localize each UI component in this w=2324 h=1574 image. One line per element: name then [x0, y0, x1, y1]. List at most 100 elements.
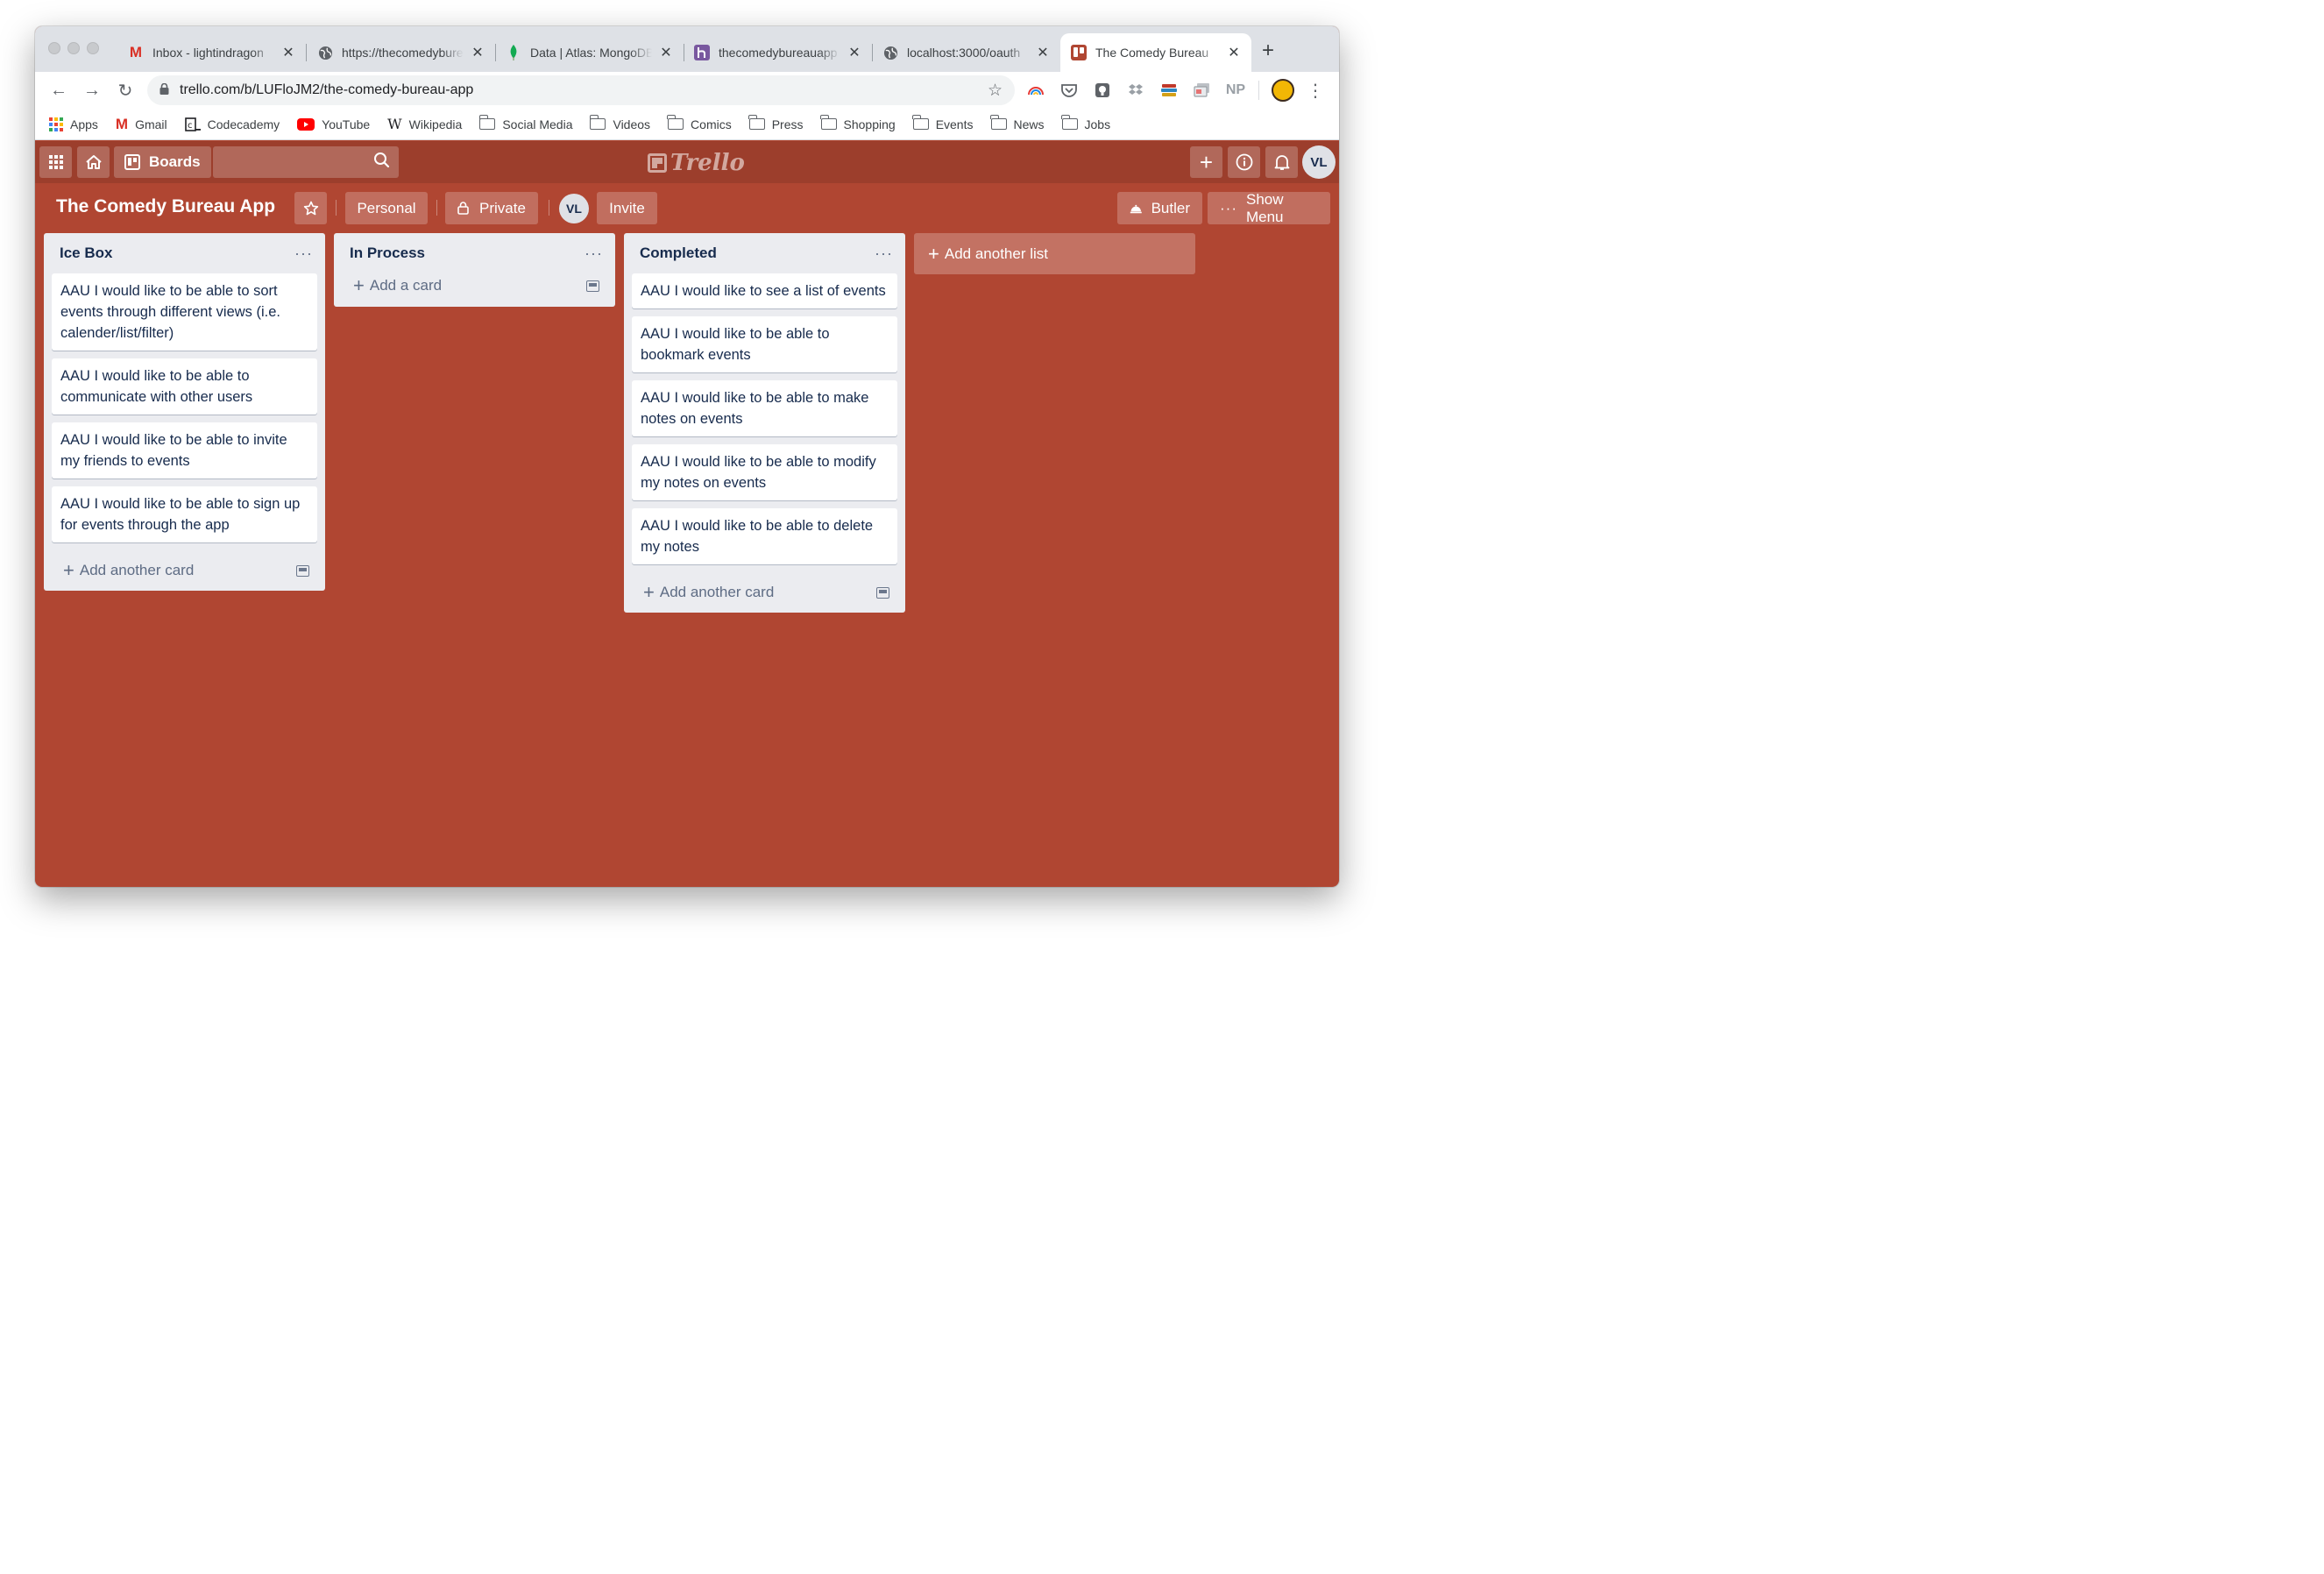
close-tab-icon[interactable]: ✕ — [847, 44, 861, 61]
bookmark-star-icon[interactable]: ☆ — [988, 81, 1003, 101]
list-title[interactable]: Ice Box — [60, 245, 112, 262]
team-visibility-button[interactable]: Personal — [345, 192, 428, 224]
gmail-icon: M — [129, 44, 143, 60]
bookmark-folder-social-media[interactable]: Social Media — [478, 115, 572, 131]
close-window-button[interactable] — [48, 42, 60, 54]
dropbox-icon[interactable] — [1125, 80, 1146, 101]
address-bar[interactable]: trello.com/b/LUFloJM2/the-comedy-bureau-… — [147, 75, 1015, 105]
list-menu-icon[interactable]: ··· — [585, 245, 603, 263]
folder-icon — [748, 115, 765, 130]
add-card-button[interactable]: + Add another card — [63, 561, 194, 580]
trello-logo[interactable]: Trello — [648, 150, 745, 176]
browser-tab-mongodb[interactable]: Data | Atlas: MongoDB ✕ — [495, 33, 684, 72]
list-footer: + Add another card — [624, 572, 905, 613]
url-text: trello.com/b/LUFloJM2/the-comedy-bureau-… — [180, 82, 474, 97]
more-vert-icon[interactable]: ⋮ — [1307, 80, 1324, 102]
card[interactable]: AAU I would like to be able to communica… — [52, 358, 317, 415]
card[interactable]: AAU I would like to be able to bookmark … — [632, 316, 897, 372]
bookmark-folder-comics[interactable]: Comics — [667, 115, 732, 131]
card[interactable]: AAU I would like to be able to modify my… — [632, 444, 897, 500]
list-title[interactable]: In Process — [350, 245, 425, 262]
add-list-button[interactable]: + Add another list — [914, 233, 1195, 274]
rainbow-extension-icon[interactable] — [1025, 80, 1046, 101]
books-extension-icon[interactable] — [1158, 80, 1180, 101]
plus-icon: + — [928, 242, 939, 265]
card-template-icon[interactable] — [296, 564, 309, 577]
notifications-button[interactable] — [1265, 146, 1298, 178]
browser-toolbar: ← → ↻ trello.com/b/LUFloJM2/the-comedy-b… — [35, 72, 1339, 109]
bookmark-folder-shopping[interactable]: Shopping — [819, 115, 896, 131]
np-extension-icon[interactable]: NP — [1225, 80, 1246, 101]
cast-icon[interactable] — [1192, 80, 1213, 101]
list-footer: + Add a card — [334, 268, 615, 303]
maximize-window-button[interactable] — [87, 42, 99, 54]
board-title[interactable]: The Comedy Bureau App — [56, 196, 275, 217]
bookmark-apps[interactable]: Apps — [49, 117, 98, 131]
bookmark-folder-news[interactable]: News — [989, 115, 1045, 131]
boards-button[interactable]: Boards — [114, 146, 211, 178]
list-completed: Completed ··· AAU I would like to see a … — [624, 233, 905, 613]
member-avatar[interactable]: VL — [1302, 145, 1336, 179]
card-template-icon[interactable] — [876, 586, 889, 599]
browser-tab-trello-active[interactable]: The Comedy Bureau ✕ — [1060, 33, 1251, 72]
browser-tab-comedybureau[interactable]: https://thecomedybureau ✕ — [307, 33, 496, 72]
search-input[interactable] — [213, 146, 399, 178]
add-card-button[interactable]: + Add another card — [643, 583, 774, 602]
card[interactable]: AAU I would like to see a list of events — [632, 273, 897, 308]
plus-icon: + — [1199, 149, 1214, 175]
privacy-button[interactable]: Private — [445, 192, 538, 224]
card[interactable]: AAU I would like to be able to sort even… — [52, 273, 317, 351]
show-menu-button[interactable]: ··· Show Menu — [1208, 191, 1330, 225]
bookmark-codecademy[interactable]: c Codecademy — [184, 117, 280, 131]
star-icon — [303, 201, 318, 215]
bookmark-folder-jobs[interactable]: Jobs — [1060, 115, 1110, 131]
list-in-process: In Process ··· + Add a card — [334, 233, 615, 307]
star-board-button[interactable] — [294, 192, 327, 224]
info-button[interactable] — [1228, 146, 1260, 178]
reload-icon[interactable]: ↻ — [109, 80, 142, 102]
trello-logo-icon — [648, 153, 667, 173]
card-template-icon[interactable] — [586, 280, 599, 292]
close-tab-icon[interactable]: ✕ — [1036, 44, 1050, 61]
browser-tab-localhost[interactable]: localhost:3000/oauth ✕ — [872, 33, 1060, 72]
card[interactable]: AAU I would like to be able to invite my… — [52, 422, 317, 479]
close-tab-icon[interactable]: ✕ — [471, 44, 485, 61]
close-tab-icon[interactable]: ✕ — [659, 44, 673, 61]
invite-button[interactable]: Invite — [597, 192, 657, 224]
app-switcher-button[interactable] — [39, 146, 72, 178]
board-member-avatar[interactable]: VL — [559, 194, 589, 223]
home-button[interactable] — [77, 146, 110, 178]
list-header: Completed ··· — [624, 233, 905, 273]
list-header: Ice Box ··· — [44, 233, 325, 273]
lock-icon — [457, 202, 469, 215]
bookmark-youtube[interactable]: YouTube — [297, 117, 370, 131]
card[interactable]: AAU I would like to be able to sign up f… — [52, 486, 317, 542]
bookmark-folder-events[interactable]: Events — [912, 115, 974, 131]
browser-tab-heroku[interactable]: thecomedybureauapp ✕ — [684, 33, 873, 72]
close-tab-icon[interactable]: ✕ — [281, 44, 295, 61]
list-title[interactable]: Completed — [640, 245, 717, 262]
apps-grid-icon — [49, 117, 63, 131]
pocket-icon[interactable] — [1059, 80, 1080, 101]
card[interactable]: AAU I would like to be able to make note… — [632, 380, 897, 436]
close-tab-icon[interactable]: ✕ — [1227, 44, 1241, 61]
new-tab-button[interactable]: + — [1262, 40, 1274, 61]
bookmark-folder-videos[interactable]: Videos — [589, 115, 650, 131]
create-button[interactable]: + — [1190, 146, 1222, 178]
browser-tab-gmail[interactable]: M Inbox - lightindragon ✕ — [117, 33, 307, 72]
butler-bell-icon — [1130, 204, 1142, 213]
bookmark-folder-press[interactable]: Press — [748, 115, 804, 131]
list-menu-icon[interactable]: ··· — [875, 245, 893, 263]
back-arrow-icon[interactable]: ← — [42, 81, 75, 101]
bookmark-gmail[interactable]: M Gmail — [116, 116, 167, 133]
butler-button[interactable]: Butler — [1117, 192, 1202, 224]
minimize-window-button[interactable] — [67, 42, 80, 54]
list-menu-icon[interactable]: ··· — [294, 245, 313, 263]
evernote-clipper-icon[interactable] — [1092, 80, 1113, 101]
bookmark-wikipedia[interactable]: W Wikipedia — [387, 116, 462, 132]
add-card-button[interactable]: + Add a card — [353, 276, 442, 295]
forward-arrow-icon[interactable]: → — [75, 81, 109, 101]
trello-icon — [1071, 45, 1087, 60]
card[interactable]: AAU I would like to be able to delete my… — [632, 508, 897, 564]
profile-avatar[interactable] — [1272, 79, 1294, 102]
